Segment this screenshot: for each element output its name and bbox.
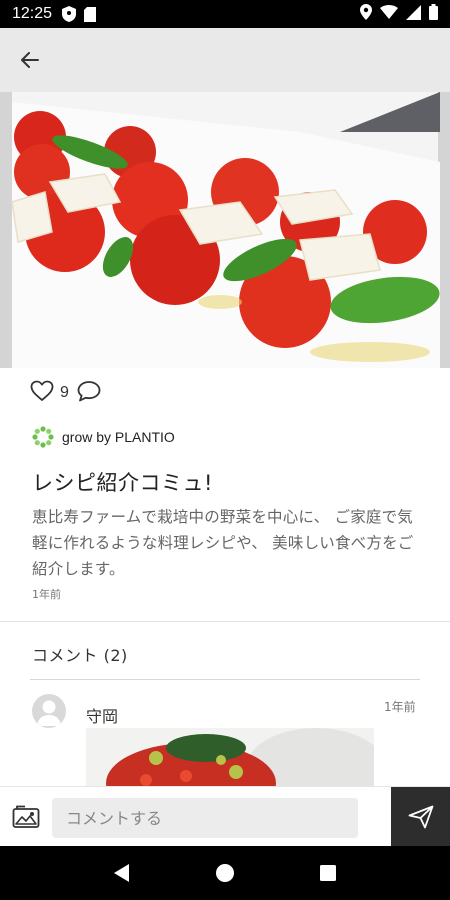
avatar[interactable] bbox=[32, 694, 66, 728]
comment-timestamp: 1年前 bbox=[384, 700, 416, 714]
post-body: 恵比寿ファームで栽培中の野菜を中心に、 ご家庭で気軽に作れるような料理レシピや、… bbox=[32, 508, 414, 578]
comment-button[interactable] bbox=[77, 380, 101, 406]
photo-add-icon bbox=[12, 805, 40, 828]
location-icon bbox=[360, 4, 372, 24]
like-count: 9 bbox=[60, 384, 69, 401]
sd-card-icon bbox=[84, 6, 97, 22]
square-recents-icon bbox=[320, 865, 337, 881]
comment-input[interactable] bbox=[52, 798, 358, 838]
comment-composer bbox=[0, 786, 450, 847]
battery-icon bbox=[429, 4, 438, 24]
wifi-icon bbox=[380, 5, 398, 23]
comments-header: コメント (2) bbox=[32, 646, 128, 665]
post-timestamp: 1年前 bbox=[32, 588, 61, 601]
heart-icon bbox=[30, 380, 54, 401]
add-photo-button[interactable] bbox=[12, 805, 40, 829]
plantio-logo-icon bbox=[32, 426, 54, 448]
post-actions: 9 bbox=[30, 380, 101, 406]
post-detail[interactable]: 9 grow by PLANTIO レシピ紹介コミュ! 恵比寿ファームで栽培中の… bbox=[0, 92, 450, 786]
default-avatar-icon bbox=[37, 700, 61, 726]
post-title: レシピ紹介コミュ! bbox=[32, 471, 213, 495]
send-icon bbox=[408, 805, 433, 829]
nav-home-button[interactable] bbox=[205, 853, 245, 893]
status-bar: 12:25 bbox=[0, 0, 450, 28]
post-author[interactable]: grow by PLANTIO bbox=[32, 426, 175, 448]
triangle-back-icon bbox=[113, 864, 129, 882]
arrow-left-icon bbox=[21, 52, 39, 68]
signal-icon bbox=[406, 4, 421, 24]
status-time: 12:25 bbox=[12, 5, 53, 22]
app-bar bbox=[0, 28, 450, 92]
nav-recents-button[interactable] bbox=[308, 853, 348, 893]
author-name: grow by PLANTIO bbox=[62, 429, 175, 445]
divider bbox=[30, 679, 420, 680]
divider bbox=[0, 621, 450, 622]
shield-icon bbox=[62, 6, 77, 22]
send-button[interactable] bbox=[391, 787, 450, 847]
system-nav-bar bbox=[0, 846, 450, 900]
comment-author: 守岡 bbox=[86, 707, 119, 726]
comment-image[interactable] bbox=[86, 728, 374, 786]
nav-back-button[interactable] bbox=[102, 853, 142, 893]
circle-home-icon bbox=[215, 864, 234, 882]
back-button[interactable] bbox=[16, 46, 44, 74]
post-image bbox=[0, 92, 450, 368]
speech-bubble-icon bbox=[77, 381, 101, 402]
like-button[interactable] bbox=[30, 380, 54, 406]
